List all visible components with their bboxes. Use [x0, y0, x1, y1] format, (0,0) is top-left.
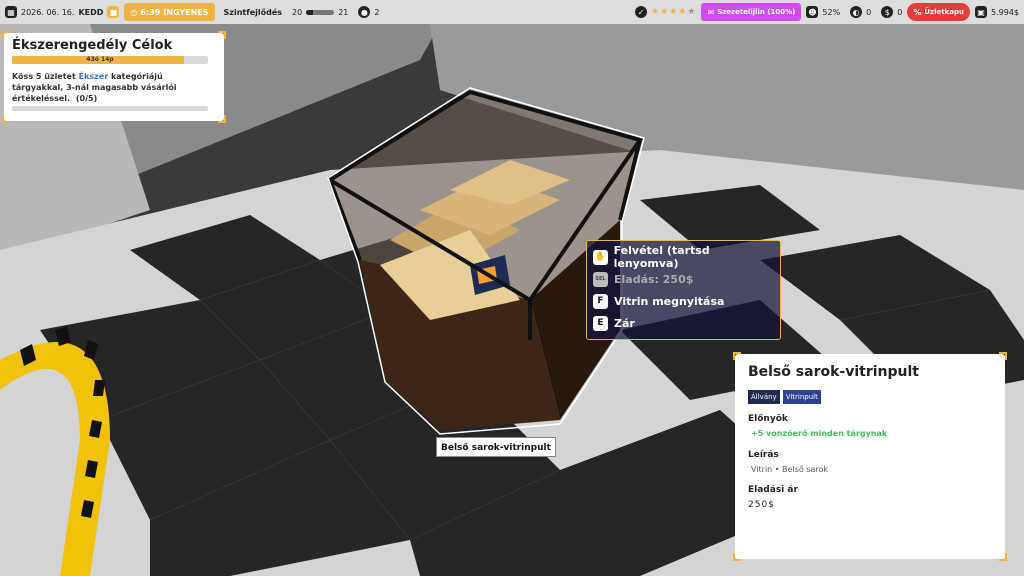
thief-stat[interactable]: ◐ 0 — [845, 0, 876, 24]
prompt-open-case[interactable]: F Vitrin megnyitása — [593, 290, 774, 312]
prompt-pickup[interactable]: ✋ Felvétel (tartsd lenyomva) — [593, 244, 774, 270]
rating-display[interactable]: ✓ ★★★★★ — [630, 0, 701, 24]
corner-decoration — [733, 553, 741, 561]
description-heading: Leírás — [748, 450, 779, 460]
stat-percent: 52% — [822, 7, 841, 17]
time-text: 6:39 — [140, 7, 161, 17]
level-progress-fill — [306, 9, 314, 15]
hand-icon: ✋ — [593, 249, 608, 265]
rating-badge-icon: ✓ — [635, 6, 648, 18]
tag-stand: Állvány — [748, 390, 780, 404]
level-progress-bar — [306, 9, 335, 15]
quest-desc-category: Ékszer — [78, 72, 109, 81]
e-key-icon: E — [593, 315, 608, 331]
quest-timer-text: 43ó 14p — [86, 56, 114, 63]
prompt-label: Vitrin megnyitása — [614, 294, 725, 308]
level-progress: Szintfejlődés 20 21 — [215, 0, 354, 24]
bag-stat[interactable]: $ 0 — [876, 0, 907, 24]
level-next: 21 — [338, 7, 349, 17]
quest-panel[interactable]: Ékszerengedély Célok 43ó 14p Köss 5 üzle… — [2, 31, 226, 123]
info-tags: Állvány Vitrinpult — [748, 390, 992, 404]
level-current: 20 — [292, 7, 303, 17]
object-name-tag: Belső sarok-vitrinpult — [436, 437, 556, 457]
staff-count[interactable]: ● 2 — [353, 0, 384, 24]
corner-decoration — [2, 31, 10, 39]
corner-decoration — [218, 115, 226, 123]
quest-title: Ékszerengedély Célok — [12, 38, 173, 53]
info-title: Belső sarok-vitrinpult — [748, 364, 919, 380]
time-display: ◷ 6:39 INGYENES — [124, 3, 215, 21]
prompt-label: Eladás: 250$ — [614, 272, 694, 286]
clock-icon: ◷ — [130, 7, 138, 17]
corner-decoration — [2, 115, 10, 123]
price-heading: Eladási ár — [748, 485, 798, 495]
promo-text: Szezetelijlin (100%) — [717, 8, 796, 16]
interaction-prompts: ✋ Felvétel (tartsd lenyomva) SEL Eladás:… — [586, 240, 781, 340]
staff-count-text: 2 — [374, 7, 380, 17]
thief-icon: ◐ — [850, 6, 863, 18]
stat-b: 0 — [897, 7, 903, 17]
prompt-label: Zár — [614, 316, 635, 330]
star-icon: ★ — [651, 7, 661, 17]
corner-decoration — [999, 553, 1007, 561]
benefits-heading: Előnyök — [748, 414, 788, 424]
star-icon: ★ — [687, 7, 697, 17]
benefit-text: +5 vonzóerő minden tárgynak — [751, 429, 888, 438]
quest-timer-bar: 43ó 14p — [12, 56, 208, 64]
promo-badge[interactable]: ✉ Szezetelijlin (100%) — [701, 3, 802, 21]
corner-decoration — [999, 352, 1007, 360]
sale-text: Üzletkapu — [924, 8, 964, 16]
wallet-icon: ▣ — [975, 6, 987, 18]
promo-icon: ✉ — [707, 7, 715, 17]
description-text: Vitrin • Belső sarok — [751, 465, 828, 474]
quest-progress-text: (0/5) — [75, 94, 98, 103]
prompt-lock[interactable]: E Zár — [593, 312, 774, 334]
progress-label: Szintfejlődés — [223, 7, 283, 17]
sell-key-icon: SEL — [593, 271, 608, 287]
stat-a: 0 — [866, 7, 872, 17]
prompt-label: Felvétel (tartsd lenyomva) — [613, 244, 710, 270]
star-icon: ★ — [660, 7, 670, 17]
discount-icon: % — [913, 7, 922, 17]
money-display: ▣ 5.994$ — [970, 0, 1024, 24]
star-icon: ★ — [678, 7, 688, 17]
sale-badge[interactable]: % Üzletkapu — [907, 3, 970, 21]
date-display: ▦ 2026. 06. 16. KEDD ■ — [0, 0, 124, 24]
customer-stat[interactable]: ☻ 52% — [801, 0, 845, 24]
prompt-sell[interactable]: SEL Eladás: 250$ — [593, 268, 774, 290]
time-status: INGYENES — [163, 7, 209, 17]
customer-icon: ☻ — [806, 6, 819, 18]
quest-desc-before: Köss 5 üzletet — [12, 72, 79, 81]
f-key-icon: F — [593, 293, 608, 309]
corner-decoration — [733, 352, 741, 360]
star-icon: ★ — [669, 7, 679, 17]
quest-description: Köss 5 üzletet Ékszer kategóriájú tárgya… — [12, 71, 216, 104]
object-info-panel: Belső sarok-vitrinpult Állvány Vitrinpul… — [733, 352, 1007, 561]
hud-right-group: ✓ ★★★★★ ✉ Szezetelijlin (100%) ☻ 52% ◐ 0… — [630, 0, 1024, 24]
weekday-text: KEDD — [78, 7, 104, 17]
top-hud-bar: ▦ 2026. 06. 16. KEDD ■ ◷ 6:39 INGYENES S… — [0, 0, 1024, 24]
money-bag-icon: $ — [881, 6, 894, 18]
tag-display-case: Vitrinpult — [782, 390, 821, 404]
briefcase-icon: ■ — [107, 6, 120, 18]
money-text: 5.994$ — [991, 7, 1019, 17]
calendar-icon: ▦ — [5, 6, 17, 18]
corner-decoration — [218, 31, 226, 39]
staff-icon: ● — [358, 6, 371, 18]
quest-progress-bar — [12, 106, 208, 111]
price-text: 250$ — [748, 500, 775, 510]
date-text: 2026. 06. 16. — [21, 7, 75, 17]
rating-stars: ★★★★★ — [651, 7, 696, 17]
